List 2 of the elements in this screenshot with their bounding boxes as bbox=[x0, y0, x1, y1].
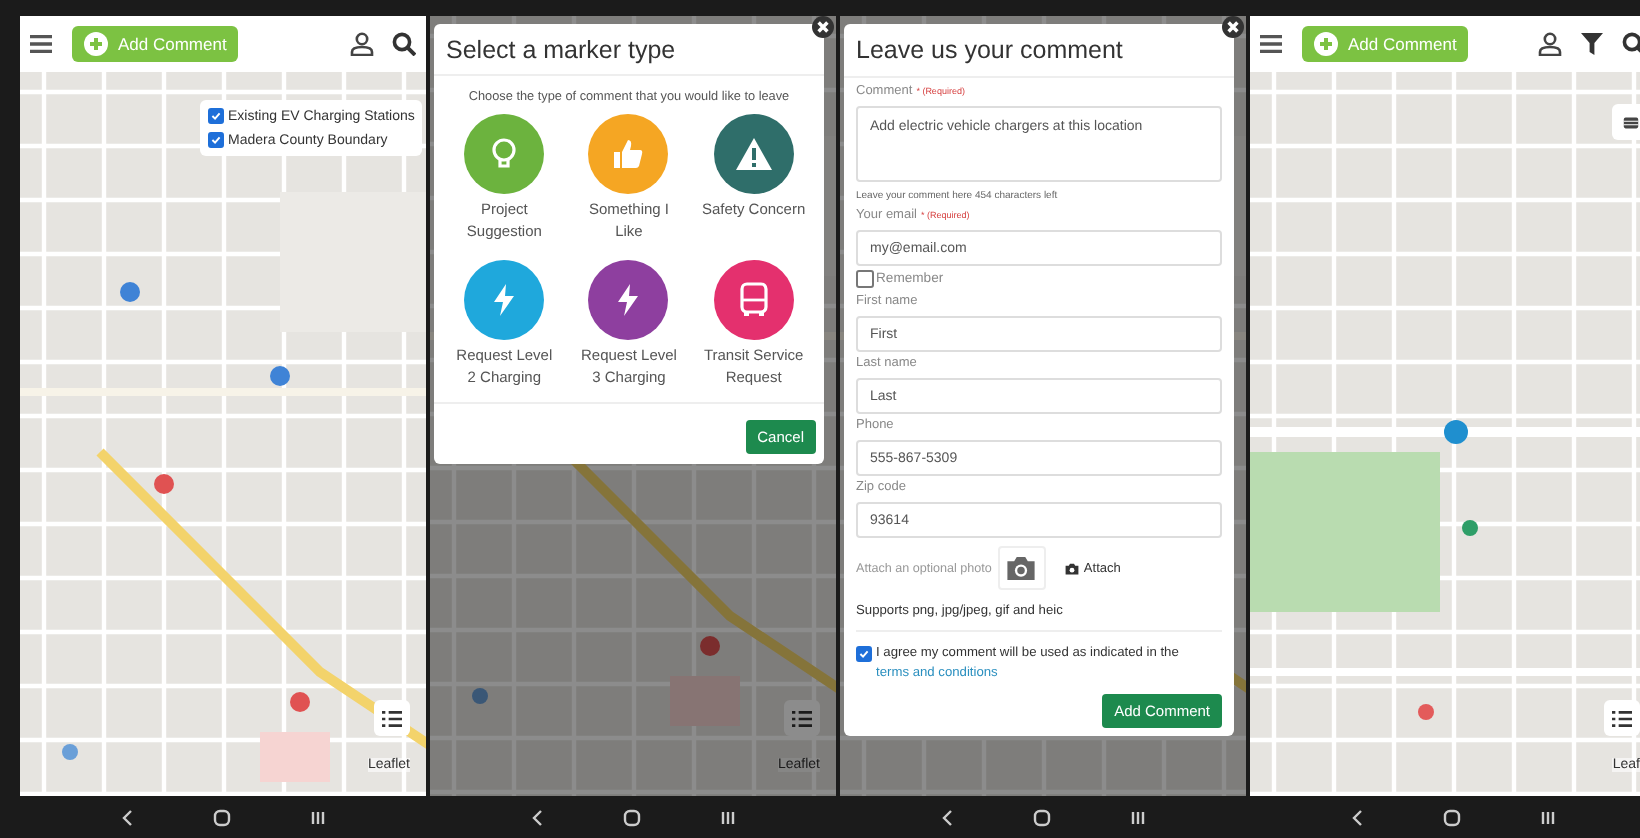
dialog-title: Select a marker type bbox=[434, 24, 824, 76]
dialog-title: Leave us your comment bbox=[844, 24, 1234, 78]
